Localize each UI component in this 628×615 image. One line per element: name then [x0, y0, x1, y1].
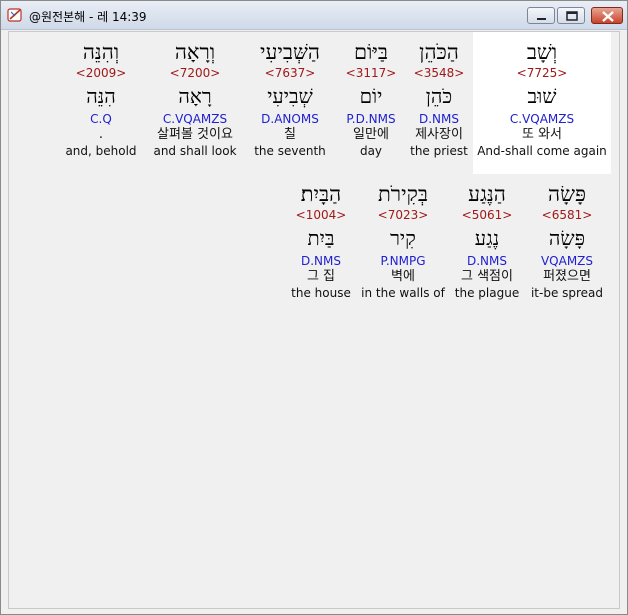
hebrew-lemma: נֶגַע [474, 226, 500, 250]
korean-gloss: 그 색점이 [461, 269, 513, 284]
strong-number[interactable]: <1004> [287, 208, 355, 222]
strong-number[interactable]: <7023> [355, 208, 451, 222]
title-bar[interactable]: @원전본해 - 레 14:39 [1, 1, 627, 30]
english-gloss: and shall look [153, 144, 237, 158]
hebrew-lemma: בַּיִת [307, 226, 335, 250]
hebrew-lemma: פָּשָׂה [548, 226, 586, 250]
maximize-icon [566, 11, 578, 21]
korean-gloss: 일만에 [353, 127, 389, 142]
morph-code: C.VQAMZS [509, 112, 575, 126]
hebrew-lemma: יוֹם [359, 84, 383, 108]
english-gloss: it-be spread [530, 286, 604, 300]
hebrew-word: הַשְּׁבִיעִי [260, 40, 320, 64]
word-cell[interactable]: וְשָׁב <7725> שׁוּב C.VQAMZS 또 와서 And-sh… [473, 32, 611, 174]
english-gloss: day [359, 144, 383, 158]
morph-code: VQAMZS [540, 254, 594, 268]
hebrew-word: פָּשָׂה [548, 182, 586, 206]
morph-code: P.D.NMS [346, 112, 396, 126]
app-window: @원전본해 - 레 14:39 וְשָׁב <7725> שׁוּב C.VQ… [0, 0, 628, 615]
word-cell[interactable]: בַּיּוֹם <3117> יוֹם P.D.NMS 일만에 day [337, 32, 405, 174]
english-gloss: in the walls of [361, 286, 445, 300]
korean-gloss: 살펴볼 것이요 [157, 127, 233, 142]
maximize-button[interactable] [557, 7, 585, 24]
english-gloss: the seventh [254, 144, 326, 158]
window-title: @원전본해 - 레 14:39 [29, 10, 147, 24]
korean-gloss: . [98, 127, 104, 142]
hebrew-lemma: קִיר [390, 226, 416, 250]
morph-code: P.NMPG [380, 254, 426, 268]
hebrew-lemma: שׁוּב [527, 84, 557, 108]
strong-number[interactable]: <6581> [523, 208, 611, 222]
korean-gloss: 그 집 [306, 269, 336, 284]
hebrew-word: הַכֹּהֵן [419, 40, 459, 64]
strong-number[interactable]: <7637> [243, 66, 337, 80]
minimize-icon [537, 18, 546, 20]
word-cell[interactable]: פָּשָׂה <6581> פָּשָׂה VQAMZS 퍼졌으면 it-be… [523, 174, 611, 316]
verse-line-1: וְשָׁב <7725> שׁוּב C.VQAMZS 또 와서 And-sh… [55, 32, 611, 174]
english-gloss: the house [291, 286, 351, 300]
korean-gloss: 칠 [284, 127, 296, 142]
morph-code: D.ANOMS [261, 112, 319, 126]
morph-code: C.VQAMZS [162, 112, 228, 126]
hebrew-word: הַנֶּגַע [468, 182, 506, 206]
hebrew-word: בְּקִירֹת [378, 182, 428, 206]
strong-number[interactable]: <7725> [473, 66, 611, 80]
interlinear-panel: וְשָׁב <7725> שׁוּב C.VQAMZS 또 와서 And-sh… [8, 31, 620, 609]
morph-code: D.NMS [300, 254, 341, 268]
strong-number[interactable]: <5061> [451, 208, 523, 222]
english-gloss: And-shall come again [477, 144, 607, 158]
morph-code: C.Q [90, 112, 112, 126]
word-cell[interactable]: וְהִנֵּה <2009> הִנֵּה C.Q . and, behold [55, 32, 147, 174]
word-cell[interactable]: בְּקִירֹת <7023> קִיר P.NMPG 벽에 in the w… [355, 174, 451, 316]
strong-number[interactable]: <2009> [55, 66, 147, 80]
english-gloss: and, behold [65, 144, 137, 158]
korean-gloss: 벽에 [391, 269, 415, 284]
morph-code: D.NMS [418, 112, 459, 126]
korean-gloss: 퍼졌으면 [543, 269, 591, 284]
strong-number[interactable]: <3548> [405, 66, 473, 80]
word-cell[interactable]: הַנֶּגַע <5061> נֶגַע D.NMS 그 색점이 the pl… [451, 174, 523, 316]
morph-code: D.NMS [466, 254, 507, 268]
minimize-button[interactable] [527, 7, 555, 24]
word-cell[interactable]: הַכֹּהֵן <3548> כֹּהֵן D.NMS 제사장이 the pr… [405, 32, 473, 174]
hebrew-word: וְהִנֵּה [82, 40, 120, 64]
close-button[interactable] [591, 7, 623, 24]
verse-line-2: פָּשָׂה <6581> פָּשָׂה VQAMZS 퍼졌으면 it-be… [287, 174, 611, 316]
hebrew-lemma: כֹּהֵן [425, 84, 453, 108]
word-cell[interactable]: הַבָּיִת׃ <1004> בַּיִת D.NMS 그 집 the ho… [287, 174, 355, 316]
word-cell[interactable]: וְרָאָה <7200> רָאָה C.VQAMZS 살펴볼 것이요 an… [147, 32, 243, 174]
hebrew-word: וְרָאָה [174, 40, 216, 64]
app-icon [7, 7, 23, 23]
english-gloss: the plague [454, 286, 520, 300]
english-gloss: the priest [410, 144, 468, 158]
strong-number[interactable]: <7200> [147, 66, 243, 80]
hebrew-word: בַּיּוֹם [353, 40, 389, 64]
close-icon [602, 11, 614, 22]
hebrew-word: הַבָּיִת׃ [300, 182, 342, 206]
hebrew-lemma: שְׁבִיעִי [267, 84, 313, 108]
hebrew-lemma: הִנֵּה [86, 84, 116, 108]
hebrew-word: וְשָׁב [526, 40, 558, 64]
korean-gloss: 제사장이 [415, 127, 463, 142]
strong-number[interactable]: <3117> [337, 66, 405, 80]
word-cell[interactable]: הַשְּׁבִיעִי <7637> שְׁבִיעִי D.ANOMS 칠 … [243, 32, 337, 174]
hebrew-lemma: רָאָה [178, 84, 212, 108]
korean-gloss: 또 와서 [521, 127, 562, 142]
